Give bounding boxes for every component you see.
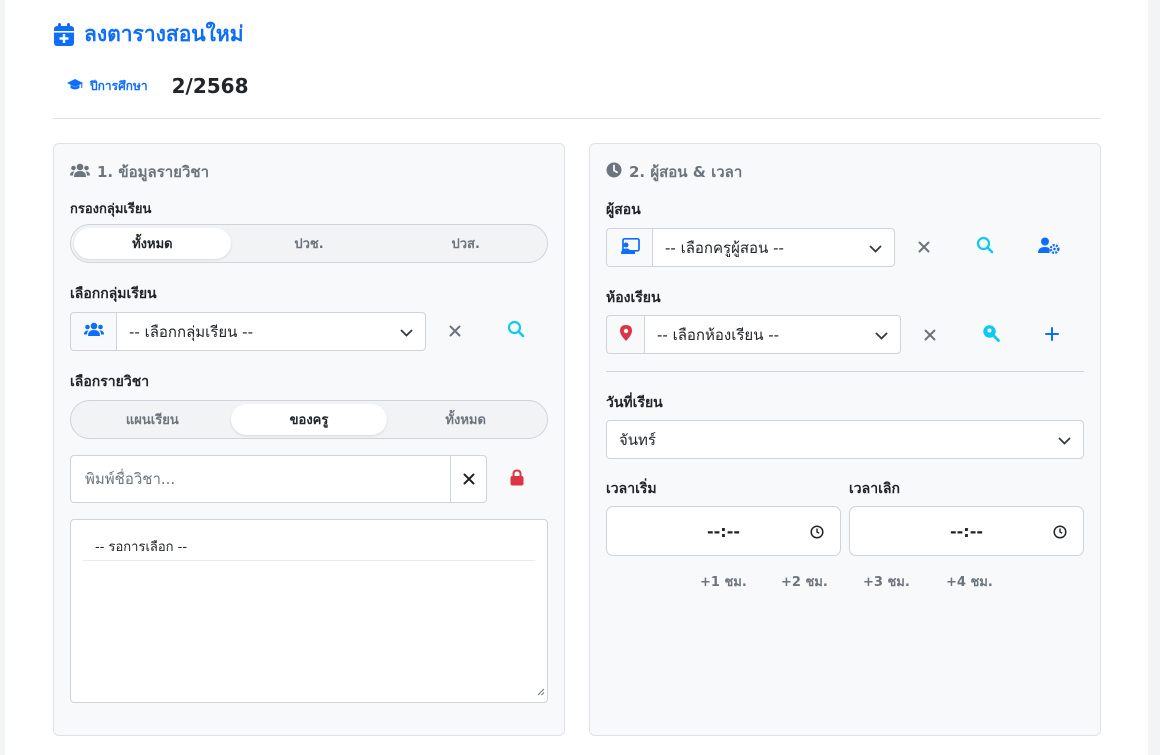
group-filter-segmented: ทั้งหมด ปวช. ปวส. — [70, 224, 548, 263]
clear-group-button[interactable] — [440, 316, 470, 346]
teacher-settings-button[interactable] — [1034, 232, 1064, 262]
teacher-addon — [606, 228, 652, 267]
room-select-value: -- เลือกห้องเรียน -- — [657, 325, 780, 344]
chevron-down-icon — [875, 326, 888, 344]
academic-year-value: 2/2568 — [171, 74, 249, 98]
clear-subject-search-button[interactable] — [450, 455, 487, 503]
subject-listbox[interactable]: -- รอการเลือก -- — [70, 519, 548, 703]
start-time-input[interactable]: --:-- — [606, 506, 841, 556]
end-time-label: เวลาเลิก — [849, 481, 900, 497]
course-panel-title: 1. ข้อมูลรายวิชา — [70, 160, 209, 184]
search-icon — [976, 236, 994, 258]
clear-teacher-button[interactable] — [909, 232, 939, 262]
filter-group-label: กรองกลุ่มเรียน — [70, 202, 152, 217]
select-group-label: เลือกกลุ่มเรียน — [70, 286, 157, 302]
search-location-icon — [982, 324, 1000, 346]
schedule-form-page: ลงตารางสอนใหม่ ปีการศึกษา 2/2568 1. ข้อม… — [5, 0, 1148, 755]
course-panel-title-text: 1. ข้อมูลรายวิชา — [97, 163, 209, 181]
chevron-down-icon — [869, 239, 882, 257]
close-icon — [924, 326, 936, 345]
list-item[interactable]: -- รอการเลือก -- — [83, 532, 535, 561]
chalkboard-teacher-icon — [620, 237, 640, 258]
room-label: ห้องเรียน — [606, 290, 661, 306]
users-icon — [70, 163, 90, 182]
filter-tab-all[interactable]: ทั้งหมด — [74, 228, 231, 259]
day-label: วันที่เรียน — [606, 395, 663, 411]
day-select[interactable]: จันทร์ — [606, 420, 1084, 459]
map-marker-icon — [619, 324, 632, 345]
subject-source-segmented: แผนเรียน ของครู ทั้งหมด — [70, 400, 548, 439]
close-icon — [463, 470, 475, 489]
page-title-text: ลงตารางสอนใหม่ — [84, 22, 244, 46]
panel-divider — [606, 371, 1084, 372]
start-time-label: เวลาเริ่ม — [606, 481, 657, 497]
room-select-input-group: -- เลือกห้องเรียน -- — [606, 315, 901, 354]
page-title: ลงตารางสอนใหม่ — [53, 18, 244, 51]
close-icon — [918, 238, 930, 257]
clock-icon[interactable] — [810, 524, 824, 543]
teacher-select[interactable]: -- เลือกครูผู้สอน -- — [652, 228, 895, 267]
filter-tab-vocational-certificate[interactable]: ปวช. — [231, 228, 388, 259]
calendar-plus-icon — [53, 22, 75, 47]
teacher-label: ผู้สอน — [606, 202, 641, 218]
teacher-select-value: -- เลือกครูผู้สอน -- — [665, 238, 784, 257]
search-group-button[interactable] — [501, 316, 531, 346]
start-time-value: --:-- — [707, 521, 740, 541]
group-select-input-group: -- เลือกกลุ่มเรียน -- — [70, 312, 426, 351]
close-icon — [449, 322, 461, 341]
user-gear-icon — [1038, 237, 1060, 258]
add-4-hours-button[interactable]: +4 ชม. — [946, 571, 993, 592]
day-select-value: จันทร์ — [619, 430, 656, 449]
academic-year-label-text: ปีการศึกษา — [90, 78, 148, 93]
add-1-hour-button[interactable]: +1 ชม. — [700, 571, 747, 592]
add-2-hours-button[interactable]: +2 ชม. — [781, 571, 828, 592]
search-teacher-button[interactable] — [970, 232, 1000, 262]
clock-icon[interactable] — [1053, 524, 1067, 543]
search-room-button[interactable] — [976, 320, 1006, 350]
end-time-value: --:-- — [950, 521, 983, 541]
search-icon — [507, 320, 525, 342]
lock-icon — [510, 468, 524, 490]
header-divider — [53, 118, 1101, 119]
select-subject-label: เลือกรายวิชา — [70, 374, 150, 390]
filter-tab-high-vocational[interactable]: ปวส. — [387, 228, 544, 259]
graduation-cap-icon — [67, 78, 83, 94]
users-icon — [83, 322, 104, 341]
add-3-hours-button[interactable]: +3 ชม. — [863, 571, 910, 592]
subject-search-input[interactable]: พิมพ์ชื่อวิชา... — [70, 455, 450, 503]
end-time-input[interactable]: --:-- — [849, 506, 1084, 556]
group-addon — [70, 312, 116, 351]
resize-grip-icon[interactable] — [537, 681, 545, 700]
chevron-down-icon — [400, 323, 413, 341]
subject-tab-all[interactable]: ทั้งหมด — [387, 404, 544, 435]
group-select-value: -- เลือกกลุ่มเรียน -- — [129, 322, 253, 341]
lock-subject-button[interactable] — [502, 464, 532, 494]
plus-icon — [1045, 326, 1059, 345]
subject-tab-teacher[interactable]: ของครู — [230, 404, 388, 435]
schedule-panel-title-text: 2. ผู้สอน & เวลา — [629, 163, 743, 181]
group-select[interactable]: -- เลือกกลุ่มเรียน -- — [116, 312, 426, 351]
room-addon — [606, 315, 644, 354]
add-room-button[interactable] — [1037, 320, 1067, 350]
teacher-select-input-group: -- เลือกครูผู้สอน -- — [606, 228, 895, 267]
teacher-time-panel: 2. ผู้สอน & เวลา ผู้สอน -- เลือกครูผู้สอ… — [589, 143, 1101, 736]
schedule-panel-title: 2. ผู้สอน & เวลา — [606, 160, 742, 184]
clock-icon — [606, 162, 622, 182]
course-info-panel: 1. ข้อมูลรายวิชา กรองกลุ่มเรียน ทั้งหมด … — [53, 143, 565, 736]
room-select[interactable]: -- เลือกห้องเรียน -- — [644, 315, 901, 354]
academic-year-label: ปีการศึกษา — [67, 77, 148, 96]
academic-year-row: ปีการศึกษา 2/2568 — [67, 74, 249, 98]
clear-room-button[interactable] — [915, 320, 945, 350]
subject-tab-plan[interactable]: แผนเรียน — [74, 404, 231, 435]
chevron-down-icon — [1058, 431, 1071, 449]
